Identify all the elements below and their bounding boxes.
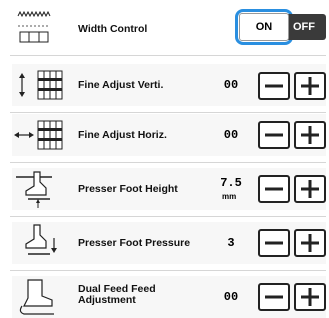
- fine-adjust-vertical-icon: [12, 64, 74, 106]
- settings-panel: Width Control OFF ON Fine Adjust Verti. …: [0, 0, 329, 318]
- fine-adjust-vertical-label: Fine Adjust Verti.: [78, 79, 164, 91]
- presser-foot-height-unit: mm: [222, 192, 237, 201]
- plus-icon: [301, 180, 319, 198]
- plus-icon: [301, 234, 319, 252]
- dual-feed-icon: [12, 276, 74, 318]
- presser-foot-height-plus-button[interactable]: [294, 175, 326, 203]
- presser-foot-pressure-minus-button[interactable]: [258, 229, 290, 257]
- width-control-off-button[interactable]: OFF: [287, 14, 326, 40]
- presser-foot-height-label: Presser Foot Height: [78, 183, 178, 195]
- plus-icon: [301, 77, 319, 95]
- divider: [10, 270, 326, 271]
- dual-feed-label-line-2: Adjustment: [78, 294, 136, 306]
- plus-icon: [301, 288, 319, 306]
- presser-foot-height-minus-button[interactable]: [258, 175, 290, 203]
- presser-foot-pressure-plus-button[interactable]: [294, 229, 326, 257]
- fine-adjust-vertical-value: 00: [223, 78, 239, 92]
- presser-foot-pressure-icon: [12, 222, 74, 264]
- presser-foot-pressure-value: 3: [227, 236, 235, 250]
- minus-icon: [265, 133, 283, 137]
- width-control-icon: [12, 8, 74, 48]
- presser-foot-pressure-label: Presser Foot Pressure: [78, 237, 191, 249]
- fine-adjust-horizontal-label: Fine Adjust Horiz.: [78, 129, 167, 141]
- fine-adjust-vertical-plus-button[interactable]: [294, 72, 326, 100]
- plus-icon: [301, 126, 319, 144]
- fine-adjust-horizontal-icon: [12, 114, 74, 156]
- fine-adjust-horizontal-minus-button[interactable]: [258, 121, 290, 149]
- divider: [10, 55, 326, 56]
- minus-icon: [265, 84, 283, 88]
- width-control-label: Width Control: [78, 23, 148, 35]
- fine-adjust-vertical-minus-button[interactable]: [258, 72, 290, 100]
- divider: [10, 162, 326, 163]
- divider: [10, 216, 326, 217]
- width-control-on-button[interactable]: ON: [239, 13, 289, 41]
- dual-feed-plus-button[interactable]: [294, 283, 326, 311]
- presser-foot-height-icon: [12, 168, 74, 210]
- minus-icon: [265, 241, 283, 245]
- minus-icon: [265, 295, 283, 299]
- dual-feed-minus-button[interactable]: [258, 283, 290, 311]
- fine-adjust-horizontal-plus-button[interactable]: [294, 121, 326, 149]
- dual-feed-value: 00: [223, 290, 239, 304]
- fine-adjust-horizontal-value: 00: [223, 128, 239, 142]
- presser-foot-height-value: 7.5: [220, 176, 242, 190]
- divider: [10, 112, 326, 113]
- minus-icon: [265, 187, 283, 191]
